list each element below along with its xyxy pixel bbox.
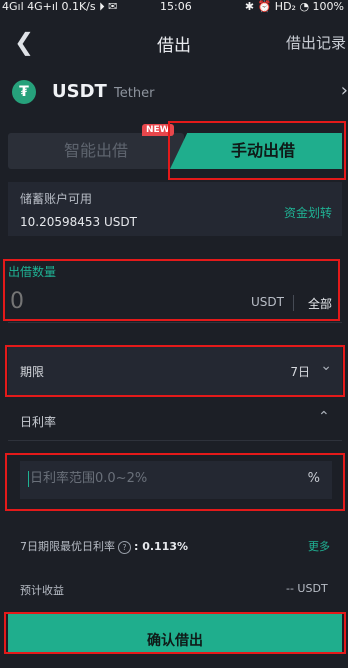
daily-rate-input[interactable]	[30, 471, 250, 486]
amount-underline	[8, 322, 342, 323]
period-label: 期限	[20, 365, 45, 379]
lend-amount-label: 出借数量	[8, 265, 57, 279]
balance-value: 10.20598453 USDT	[20, 215, 137, 229]
rate-divider	[8, 440, 342, 441]
more-link[interactable]: 更多	[308, 538, 330, 554]
nav-bar: ❮ 借出 借出记录	[0, 22, 348, 62]
confirm-lend-button[interactable]: 确认借出	[8, 614, 342, 654]
expected-income-label: 预计收益	[20, 584, 64, 597]
tab-smart-lend[interactable]: 智能出借	[8, 133, 184, 169]
new-badge: NEW	[142, 124, 174, 136]
coin-symbol: USDT	[52, 81, 107, 102]
chevron-down-icon: ⌄	[320, 358, 332, 374]
best-rate-label: 7日期限最优日利率	[20, 540, 115, 553]
amount-unit: USDT	[251, 295, 284, 309]
period-value: 7日	[290, 365, 310, 379]
savings-balance-card: 储蓄账户可用 10.20598453 USDT 资金划转	[8, 182, 342, 236]
help-icon[interactable]: ?	[118, 541, 131, 554]
status-bar: 4Gıl 4G+ıl 0.1K/s ⏵ ✉ 15:06 ✱ ⏰ HD₂ ◔ 10…	[0, 0, 348, 14]
amount-divider	[293, 295, 294, 311]
text-cursor	[28, 471, 29, 487]
best-rate-row: 7日期限最优日利率?: 0.113%	[20, 538, 188, 554]
best-rate-value: : 0.113%	[134, 540, 189, 553]
coin-name: Tether	[114, 86, 155, 101]
rate-unit: %	[307, 471, 320, 486]
coin-selector[interactable]: ₮ USDT Tether ›	[0, 74, 348, 114]
tether-logo-icon: ₮	[12, 80, 36, 104]
daily-rate-field: %	[8, 455, 342, 509]
chevron-up-icon[interactable]: ⌃	[318, 409, 330, 425]
daily-rate-input-box[interactable]: %	[20, 461, 332, 499]
lend-amount-input[interactable]	[10, 289, 160, 314]
status-time: 15:06	[160, 0, 192, 13]
lend-amount-row: USDT 全部	[8, 287, 342, 321]
fund-transfer-link[interactable]: 资金划转	[284, 204, 332, 221]
status-left: 4Gıl 4G+ıl 0.1K/s ⏵ ✉	[2, 0, 118, 13]
expected-income-value: -- USDT	[286, 582, 328, 595]
all-button[interactable]: 全部	[308, 295, 332, 312]
chevron-right-icon: ›	[340, 80, 348, 101]
daily-rate-label: 日利率	[20, 415, 57, 429]
lend-records-link[interactable]: 借出记录	[286, 32, 346, 53]
lend-mode-tabs: 智能出借 手动出借 NEW	[8, 124, 342, 172]
status-right: ✱ ⏰ HD₂ ◔ 100%	[244, 0, 344, 13]
period-selector[interactable]: 期限 7日 ⌄	[8, 346, 342, 396]
balance-label: 储蓄账户可用	[20, 192, 93, 206]
tab-manual-lend[interactable]: 手动出借	[170, 133, 342, 169]
